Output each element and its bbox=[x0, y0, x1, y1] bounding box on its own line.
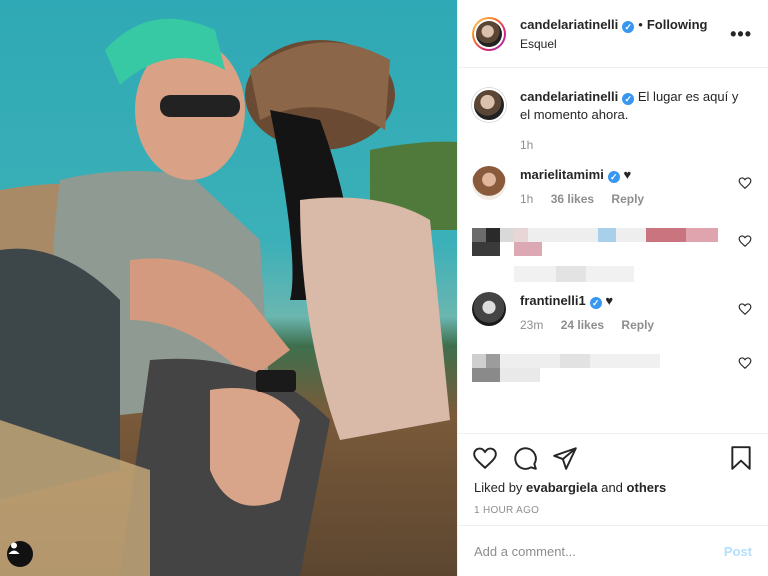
comment-like-icon[interactable] bbox=[738, 356, 752, 370]
verified-badge-icon: ✓ bbox=[589, 297, 602, 309]
comment-time: 23m bbox=[520, 318, 544, 332]
comment-avatar[interactable] bbox=[472, 292, 506, 326]
user-tag-icon[interactable] bbox=[7, 541, 33, 567]
comment-item: marielitamimi ✓ ♥ 1h 36 likes Reply bbox=[458, 152, 768, 206]
comment-reply-button[interactable]: Reply bbox=[611, 192, 644, 206]
post-dialog: candelariatinelli ✓ • Following Esquel ••• … bbox=[0, 0, 768, 576]
comment-like-icon[interactable] bbox=[738, 302, 752, 316]
heart-icon[interactable] bbox=[472, 445, 498, 471]
liked-by: Liked by evabargiela and others bbox=[458, 480, 768, 495]
comment-likes[interactable]: 36 likes bbox=[551, 192, 594, 206]
post-side-panel: candelariatinelli ✓ • Following Esquel ••• … bbox=[457, 0, 768, 576]
comment-reply-button[interactable]: Reply bbox=[621, 318, 654, 332]
liked-by-prefix: Liked by bbox=[474, 480, 523, 495]
post-header: candelariatinelli ✓ • Following Esquel ••• bbox=[458, 0, 768, 68]
comment-like-icon[interactable] bbox=[738, 176, 752, 190]
bookmark-icon[interactable] bbox=[728, 445, 754, 471]
comment-text: ♥ bbox=[605, 293, 614, 308]
liked-by-joiner: and bbox=[601, 480, 623, 495]
caption: candelariatinelli ✓ El lugar es aquí y el… bbox=[458, 68, 768, 152]
comment-username[interactable]: frantinelli1 bbox=[520, 293, 586, 308]
comments-list: candelariatinelli ✓ El lugar es aquí y el… bbox=[458, 68, 768, 433]
comment-username[interactable]: marielitamimi bbox=[520, 167, 604, 182]
verified-badge-icon: ✓ bbox=[622, 93, 635, 105]
comment-time: 1h bbox=[520, 192, 534, 206]
comment-like-icon[interactable] bbox=[738, 234, 752, 248]
post-timestamp[interactable]: 1 HOUR AGO bbox=[458, 505, 768, 516]
add-comment-input[interactable] bbox=[474, 544, 724, 559]
caption-time: 1h bbox=[520, 138, 534, 152]
post-comment-button[interactable]: Post bbox=[724, 544, 752, 559]
add-comment-bar: Post bbox=[458, 525, 768, 576]
comment-text: ♥ bbox=[623, 167, 632, 182]
comment-icon[interactable] bbox=[512, 445, 538, 471]
verified-badge-icon: ✓ bbox=[607, 171, 620, 183]
more-options-icon[interactable]: ••• bbox=[730, 25, 752, 43]
pixelated-blur bbox=[472, 228, 718, 282]
post-location[interactable]: Esquel bbox=[520, 37, 730, 51]
comment-item: frantinelli1 ✓ ♥ 23m 24 likes Reply bbox=[458, 280, 768, 332]
blurred-comment bbox=[458, 332, 768, 384]
photo-illustration bbox=[0, 18, 457, 576]
author-username[interactable]: candelariatinelli bbox=[520, 17, 618, 32]
blurred-comment bbox=[458, 206, 768, 282]
separator-dot: • bbox=[638, 16, 643, 32]
caption-username[interactable]: candelariatinelli bbox=[520, 89, 618, 104]
verified-badge-icon: ✓ bbox=[622, 20, 635, 33]
liked-by-user[interactable]: evabargiela bbox=[526, 480, 598, 495]
following-button[interactable]: Following bbox=[647, 17, 708, 32]
author-avatar[interactable] bbox=[472, 16, 506, 51]
post-actions: Liked by evabargiela and others 1 HOUR A… bbox=[458, 433, 768, 576]
pixelated-blur bbox=[472, 354, 660, 382]
caption-avatar[interactable] bbox=[472, 88, 506, 122]
liked-by-others[interactable]: others bbox=[627, 480, 667, 495]
action-icons bbox=[458, 434, 768, 482]
comment-likes[interactable]: 24 likes bbox=[561, 318, 604, 332]
comment-avatar[interactable] bbox=[472, 166, 506, 200]
blurred-content bbox=[472, 228, 718, 282]
share-icon[interactable] bbox=[552, 445, 578, 471]
post-photo[interactable] bbox=[0, 0, 457, 576]
